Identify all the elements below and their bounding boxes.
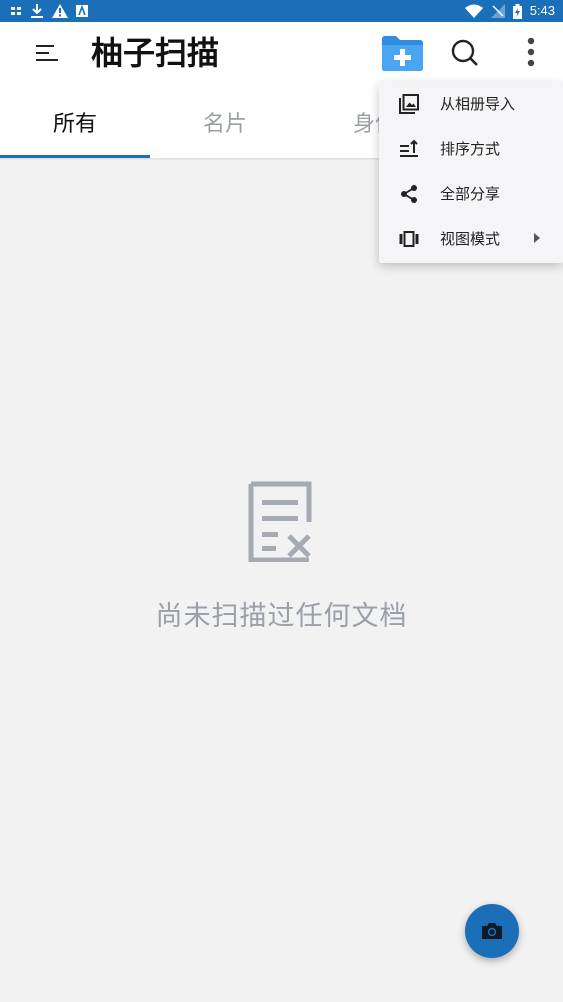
menu-icon <box>36 45 58 61</box>
wifi-icon <box>464 4 483 18</box>
camera-icon <box>482 923 502 939</box>
gallery-icon <box>399 94 419 114</box>
menu-button[interactable] <box>34 40 60 66</box>
more-vert-icon <box>527 37 535 67</box>
camera-fab[interactable] <box>465 904 519 958</box>
menu-item-sort[interactable]: 排序方式 <box>379 127 563 172</box>
menu-item-import-from-gallery[interactable]: 从相册导入 <box>379 82 563 127</box>
menu-item-label: 全部分享 <box>440 185 501 203</box>
share-icon <box>401 185 417 203</box>
more-options-button[interactable] <box>520 36 542 70</box>
tab-indicator <box>0 155 150 158</box>
no-signal-icon <box>490 4 505 18</box>
add-folder-icon <box>382 36 423 71</box>
sim-notification-icon <box>11 7 21 15</box>
download-icon <box>31 4 43 18</box>
search-icon <box>451 39 478 66</box>
menu-item-label: 排序方式 <box>440 140 501 158</box>
battery-charging-icon <box>512 3 522 19</box>
empty-message: 尚未扫描过任何文档 <box>155 601 408 632</box>
add-folder-button[interactable] <box>380 33 424 73</box>
app-title: 柚子扫描 <box>91 34 220 72</box>
app-bar: 柚子扫描 <box>0 22 563 86</box>
empty-state: 尚未扫描过任何文档 <box>0 480 563 633</box>
menu-item-label: 从相册导入 <box>440 95 516 113</box>
overflow-menu: 从相册导入 排序方式 全部分享 视图模式 <box>379 82 563 263</box>
tab-business-card[interactable]: 名片 <box>150 86 300 158</box>
status-time: 5:43 <box>529 3 555 18</box>
view-carousel-icon <box>399 231 419 247</box>
status-bar: 5:43 <box>0 0 563 22</box>
submenu-arrow-icon <box>534 233 540 243</box>
app-notification-icon <box>76 5 88 17</box>
document-remove-icon <box>248 481 311 562</box>
status-left-icons <box>10 3 88 19</box>
tab-all[interactable]: 所有 <box>0 86 150 158</box>
sort-icon <box>400 139 418 157</box>
status-right-icons: 5:43 <box>464 3 555 19</box>
menu-item-share-all[interactable]: 全部分享 <box>379 172 563 217</box>
menu-item-view-mode[interactable]: 视图模式 <box>379 217 563 262</box>
menu-item-label: 视图模式 <box>440 230 501 248</box>
search-button[interactable] <box>450 38 480 68</box>
warning-icon <box>52 4 68 18</box>
